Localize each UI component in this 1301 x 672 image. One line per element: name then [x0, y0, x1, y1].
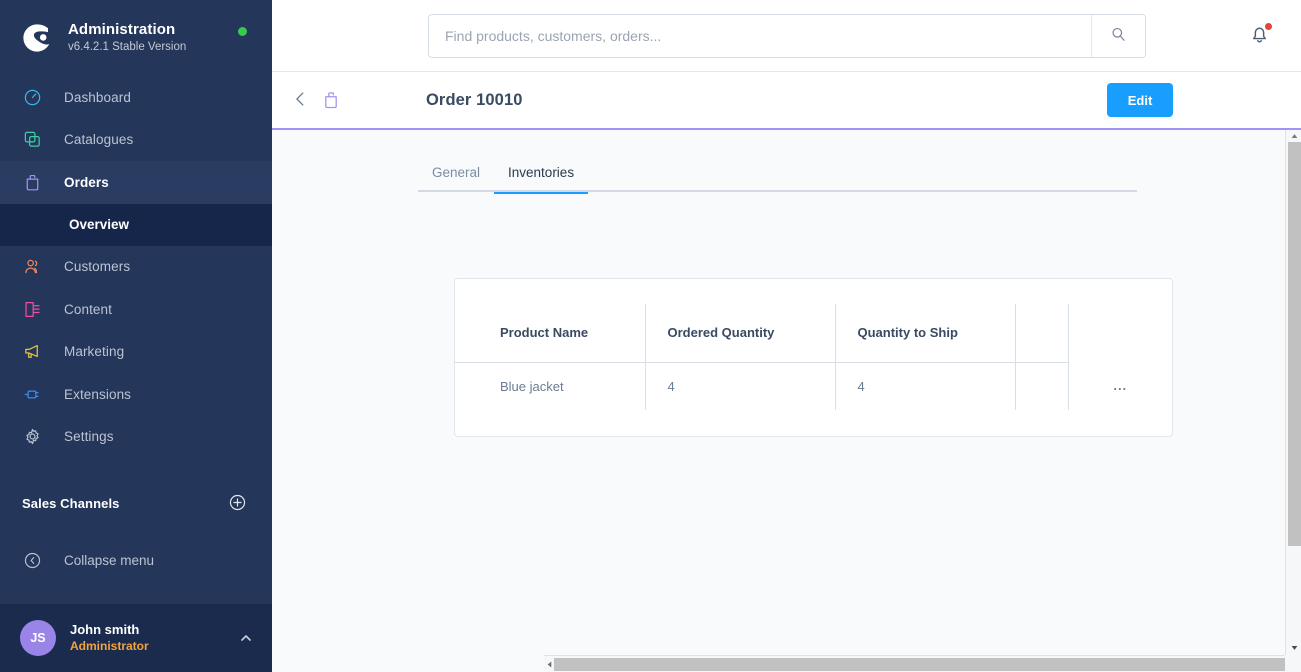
sidebar-item-overview[interactable]: Overview	[0, 203, 272, 246]
page-title: Order 10010	[426, 90, 523, 109]
user-name: John smith	[70, 622, 140, 637]
sidebar-item-content[interactable]: Content	[0, 288, 272, 331]
marketing-megaphone-icon	[22, 342, 42, 362]
content-scroll-area: General Inventories Product Name Ordered…	[272, 130, 1301, 672]
scroll-up-arrow-icon[interactable]	[1289, 131, 1300, 142]
sidebar-item-label: Catalogues	[64, 132, 134, 148]
dashboard-icon	[22, 87, 42, 107]
orders-bag-icon	[22, 172, 42, 192]
sales-channels-title: Sales Channels	[22, 495, 120, 511]
user-role: Administrator	[70, 639, 149, 653]
sidebar-item-marketing[interactable]: Marketing	[0, 331, 272, 374]
sidebar-item-orders[interactable]: Orders	[0, 161, 272, 204]
app-root: Administration v6.4.2.1 Stable Version D…	[0, 0, 1301, 672]
brand-header: Administration v6.4.2.1 Stable Version	[0, 0, 272, 76]
global-search	[428, 14, 1146, 58]
chevron-left-icon	[291, 89, 311, 112]
column-header-actions	[1067, 304, 1172, 362]
collapse-menu-label: Collapse menu	[64, 552, 155, 568]
tab-general[interactable]: General	[418, 165, 494, 192]
notification-badge	[1264, 22, 1273, 31]
main-area: Order 10010 Edit General Inventories	[272, 0, 1301, 672]
search-input[interactable]	[429, 15, 1091, 57]
sidebar-item-extensions[interactable]: Extensions	[0, 373, 272, 416]
content-icon	[22, 299, 42, 319]
catalogues-icon	[22, 130, 42, 150]
sidebar-item-label: Customers	[64, 259, 131, 275]
sidebar-item-label: Content	[64, 301, 112, 317]
sales-channels-section: Sales Channels	[0, 483, 272, 523]
avatar: JS	[20, 620, 56, 656]
status-indicator-dot	[238, 27, 247, 36]
notifications-button[interactable]	[1245, 22, 1273, 50]
table-header-row: Product Name Ordered Quantity Quantity t…	[455, 304, 1172, 363]
brand-title: Administration	[68, 21, 176, 38]
sidebar-item-catalogues[interactable]: Catalogues	[0, 119, 272, 162]
vertical-scrollbar-thumb[interactable]	[1288, 142, 1301, 546]
collapse-chevron-icon	[22, 550, 42, 570]
page-header: Order 10010 Edit	[272, 72, 1301, 130]
column-header-quantity-to-ship: Quantity to Ship	[834, 304, 1015, 363]
row-actions-ellipsis-icon[interactable]: ...	[1067, 362, 1172, 410]
column-header-product-name: Product Name	[455, 304, 645, 363]
shopware-logo-icon	[20, 21, 54, 55]
inventories-table: Product Name Ordered Quantity Quantity t…	[455, 304, 1172, 410]
sidebar-item-settings[interactable]: Settings	[0, 416, 272, 459]
brand-version: v6.4.2.1 Stable Version	[68, 41, 187, 53]
user-profile-bar[interactable]: JS John smith Administrator	[0, 604, 272, 672]
tab-bar: General Inventories	[272, 130, 1301, 194]
column-header-ordered-quantity: Ordered Quantity	[644, 304, 835, 363]
tab-inventories[interactable]: Inventories	[494, 165, 589, 194]
vertical-scrollbar[interactable]	[1285, 130, 1301, 657]
search-icon	[1110, 26, 1127, 46]
sidebar-item-dashboard[interactable]: Dashboard	[0, 76, 272, 119]
sidebar: Administration v6.4.2.1 Stable Version D…	[0, 0, 272, 672]
cell-quantity-to-ship: 4	[834, 362, 1015, 410]
back-button[interactable]	[288, 87, 314, 113]
chevron-up-icon[interactable]	[238, 630, 254, 646]
sidebar-item-label: Dashboard	[64, 89, 131, 105]
horizontal-scrollbar[interactable]	[544, 655, 1301, 672]
sidebar-navigation: Dashboard Catalogues Orders Overview Cus…	[0, 76, 272, 458]
sidebar-item-label: Extensions	[64, 386, 132, 402]
orders-bag-icon	[318, 87, 344, 113]
collapse-menu-button[interactable]: Collapse menu	[0, 539, 272, 581]
top-bar	[272, 0, 1301, 72]
customers-icon	[22, 257, 42, 277]
sidebar-item-customers[interactable]: Customers	[0, 246, 272, 289]
column-header-blank-1	[1014, 304, 1068, 363]
horizontal-scrollbar-thumb[interactable]	[554, 658, 1301, 671]
bell-icon	[1247, 27, 1272, 50]
cell-product-name: Blue jacket	[500, 378, 564, 394]
sidebar-item-label: Marketing	[64, 344, 125, 360]
extensions-plug-icon	[22, 384, 42, 404]
search-button[interactable]	[1091, 15, 1145, 57]
edit-button[interactable]: Edit	[1107, 83, 1173, 117]
inventories-card: Product Name Ordered Quantity Quantity t…	[454, 278, 1173, 437]
sidebar-item-label: Settings	[64, 429, 114, 445]
cell-blank	[1014, 362, 1068, 410]
sidebar-item-label: Orders	[64, 174, 109, 190]
plus-circle-icon[interactable]	[228, 493, 248, 513]
scroll-down-arrow-icon[interactable]	[1289, 642, 1300, 653]
content-inner: General Inventories Product Name Ordered…	[272, 130, 1301, 437]
sidebar-subitem-label: Overview	[69, 217, 130, 232]
settings-gear-icon	[22, 427, 42, 447]
scrollbar-corner	[1285, 655, 1301, 672]
table-row[interactable]: Blue jacket 4 4 ...	[455, 362, 1172, 410]
cell-ordered-quantity: 4	[644, 362, 835, 410]
